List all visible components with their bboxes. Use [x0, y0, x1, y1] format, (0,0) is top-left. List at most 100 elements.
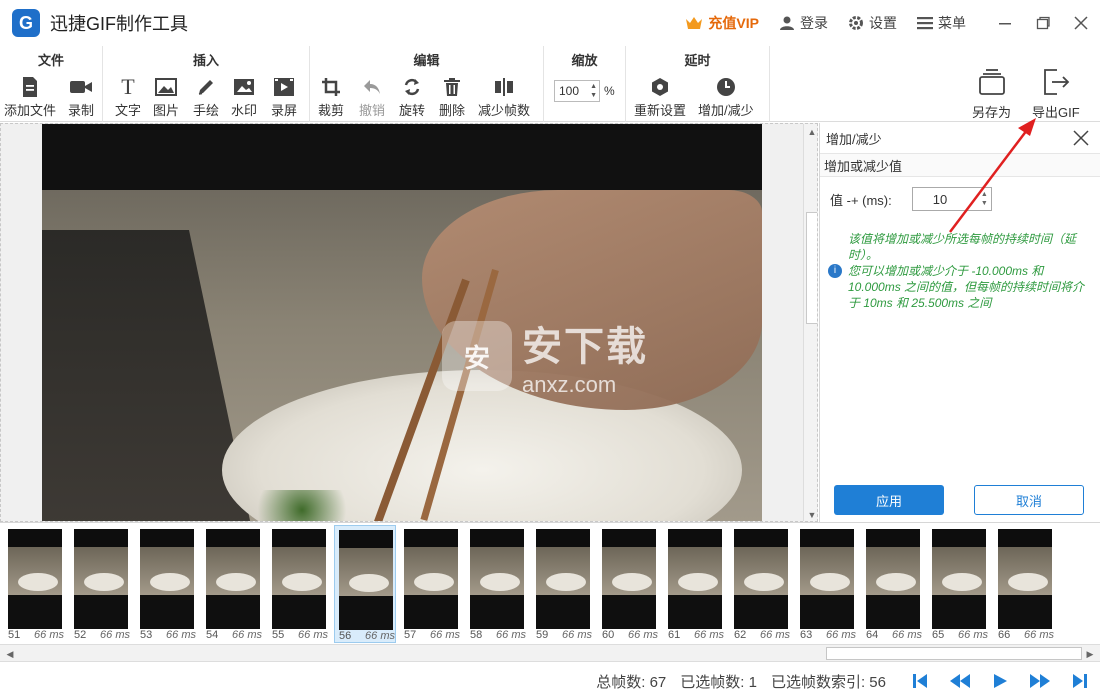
app-logo: G: [12, 9, 40, 37]
skip-end-icon: [1073, 674, 1087, 688]
frame-image: [668, 529, 722, 629]
vip-button[interactable]: 充值VIP: [685, 13, 759, 33]
scroll-left-icon[interactable]: ◀: [2, 646, 18, 662]
frame-thumbnail[interactable]: 61 66 ms: [664, 525, 726, 643]
total-frames: 总帧数: 67: [596, 673, 667, 691]
preview-vertical-scrollbar[interactable]: ▲ ▼: [803, 124, 817, 521]
selected-frames: 已选帧数: 1: [680, 673, 757, 691]
frame-thumbnail[interactable]: 63 66 ms: [796, 525, 858, 643]
letterbox-top: [42, 124, 762, 190]
frame-thumbnail[interactable]: 51 66 ms: [4, 525, 66, 643]
draw-button[interactable]: 手绘: [193, 76, 219, 119]
panel-title: 增加/减少: [820, 123, 1100, 153]
frame-image: [470, 529, 524, 629]
delete-button[interactable]: 删除: [439, 76, 465, 119]
scroll-up-icon[interactable]: ▲: [804, 124, 817, 140]
clock-icon: [716, 76, 736, 98]
watermark-button[interactable]: 水印: [231, 76, 257, 119]
frame-thumbnail[interactable]: 65 66 ms: [928, 525, 990, 643]
previous-frame-button[interactable]: [940, 666, 980, 696]
delay-value-input[interactable]: 10 ▲ ▼: [911, 187, 992, 211]
frame-label: 64 66 ms: [866, 629, 922, 641]
screen-record-button[interactable]: 录屏: [271, 76, 297, 119]
cancel-button[interactable]: 取消: [974, 485, 1084, 515]
frame-duration: 66 ms: [100, 629, 130, 641]
frame-duration: 66 ms: [496, 629, 526, 641]
spinner-icon[interactable]: ▲ ▼: [590, 82, 597, 100]
spinner-icon[interactable]: ▲ ▼: [981, 190, 988, 208]
image-icon: [155, 76, 177, 98]
frame-thumbnail[interactable]: 66 66 ms: [994, 525, 1056, 643]
image-button[interactable]: 图片: [153, 76, 179, 119]
title-actions: 充值VIP 登录 设置 菜单: [685, 0, 1100, 46]
undo-button[interactable]: 撤销: [359, 76, 385, 119]
frame-thumbnail[interactable]: 54 66 ms: [202, 525, 264, 643]
record-button[interactable]: 录制: [68, 76, 94, 119]
zoom-input[interactable]: 100 ▲ ▼: [554, 80, 600, 102]
add-reduce-delay-button[interactable]: 增加/减少: [698, 76, 754, 119]
frame-number: 62: [734, 629, 747, 641]
frame-image: [206, 529, 260, 629]
frame-thumbnail[interactable]: 64 66 ms: [862, 525, 924, 643]
last-frame-button[interactable]: [1060, 666, 1100, 696]
title-bar: G 迅捷GIF制作工具 充值VIP 登录 设置 菜单: [0, 0, 1100, 46]
scroll-right-icon[interactable]: ▶: [1082, 646, 1098, 662]
reduce-frames-label: 减少帧数: [478, 103, 531, 118]
minimize-button[interactable]: [986, 0, 1024, 46]
login-button[interactable]: 登录: [779, 13, 828, 33]
frame-thumbnail[interactable]: 57 66 ms: [400, 525, 462, 643]
save-as-button[interactable]: 另存为: [972, 64, 1011, 121]
close-window-button[interactable]: [1062, 0, 1100, 46]
text-button[interactable]: T 文字: [115, 74, 141, 119]
crown-icon: [685, 15, 703, 31]
rotate-button[interactable]: 旋转: [399, 76, 425, 119]
frame-thumbnail[interactable]: 59 66 ms: [532, 525, 594, 643]
next-frame-button[interactable]: [1020, 666, 1060, 696]
draw-label: 手绘: [193, 103, 220, 118]
pencil-icon: [196, 76, 216, 98]
frame-thumbnail[interactable]: 53 66 ms: [136, 525, 198, 643]
frame-thumbnail[interactable]: 56 66 ms: [334, 525, 396, 643]
frame-number: 60: [602, 629, 615, 641]
reset-delay-button[interactable]: 重新设置: [634, 76, 686, 119]
frame-duration: 66 ms: [1024, 629, 1054, 641]
reduce-frames-button[interactable]: 减少帧数: [478, 76, 530, 119]
scrollbar-thumb[interactable]: [826, 647, 1082, 660]
play-button[interactable]: [980, 666, 1020, 696]
group-file: 文件 添加文件 录制: [0, 46, 103, 122]
frame-thumbnail[interactable]: 55 66 ms: [268, 525, 330, 643]
maximize-button[interactable]: [1024, 0, 1062, 46]
reset-delay-label: 重新设置: [634, 103, 687, 118]
frame-duration: 66 ms: [365, 630, 395, 642]
scroll-down-icon[interactable]: ▼: [804, 507, 817, 521]
frame-strip-scrollbar[interactable]: ◀ ▶: [0, 644, 1100, 662]
record-label: 录制: [68, 103, 95, 118]
undo-icon: [362, 76, 382, 98]
crop-button[interactable]: 裁剪: [318, 76, 344, 119]
frame-thumbnail[interactable]: 52 66 ms: [70, 525, 132, 643]
frame-thumbnail[interactable]: 60 66 ms: [598, 525, 660, 643]
settings-button[interactable]: 设置: [848, 13, 897, 33]
zoom-unit: %: [604, 84, 615, 98]
frame-thumbnail[interactable]: 62 66 ms: [730, 525, 792, 643]
panel-close-button[interactable]: [1070, 127, 1092, 149]
scene-cloth: [42, 230, 252, 521]
frame-label: 60 66 ms: [602, 629, 658, 641]
undo-label: 撤销: [359, 103, 386, 118]
menu-button[interactable]: 菜单: [917, 13, 966, 33]
scrollbar-thumb[interactable]: [806, 212, 817, 324]
frame-number: 53: [140, 629, 153, 641]
add-file-button[interactable]: 添加文件: [4, 76, 56, 119]
group-insert: 插入 T 文字 图片 手绘 水印 录屏: [103, 46, 310, 122]
frame-thumbnail[interactable]: 58 66 ms: [466, 525, 528, 643]
canvas-area[interactable]: 安 安下载 anxz.com ▲ ▼: [0, 123, 818, 522]
frame-label: 59 66 ms: [536, 629, 592, 641]
text-icon: T: [121, 74, 135, 99]
group-zoom: 缩放 100 ▲ ▼ %: [544, 46, 626, 122]
export-gif-button[interactable]: 导出GIF: [1032, 64, 1080, 121]
add-file-label: 添加文件: [4, 103, 57, 118]
user-icon: [779, 15, 795, 31]
first-frame-button[interactable]: [900, 666, 940, 696]
group-delay-title: 延时: [684, 53, 711, 68]
apply-button[interactable]: 应用: [834, 485, 944, 515]
